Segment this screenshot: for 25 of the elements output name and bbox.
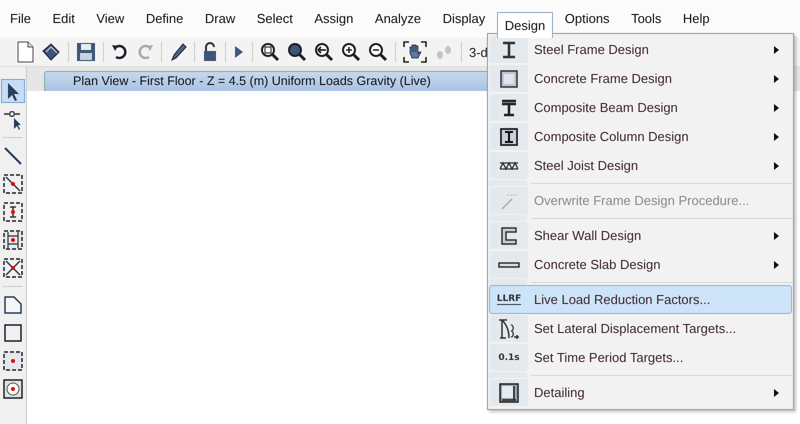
menu-item[interactable]: Select bbox=[246, 6, 303, 32]
menu-option[interactable]: LLRF Live Load Reduction Factors... bbox=[489, 285, 792, 314]
menu-item[interactable]: Options bbox=[554, 6, 620, 32]
menu-option[interactable]: Composite Column Design bbox=[489, 122, 792, 151]
menu-option[interactable]: 0.1s Set Time Period Targets... bbox=[489, 343, 792, 372]
menu-item[interactable]: Define bbox=[136, 6, 194, 32]
menu-option[interactable]: Composite Beam Design bbox=[489, 93, 792, 122]
menu-item[interactable]: Draw bbox=[194, 6, 246, 32]
menu-option[interactable]: Steel Joist Design bbox=[489, 151, 792, 180]
menu-item[interactable]: Tools bbox=[621, 6, 672, 32]
menu-item[interactable]: Help bbox=[672, 6, 720, 32]
menu-option[interactable]: Set Lateral Displacement Targets... bbox=[489, 314, 792, 343]
menu-item[interactable]: File bbox=[0, 6, 41, 32]
menu-item[interactable]: Analyze bbox=[364, 6, 432, 32]
menu-option[interactable]: Steel Frame Design bbox=[489, 35, 792, 64]
menu-option[interactable]: Detailing bbox=[489, 378, 792, 407]
toolbar-label[interactable]: 3-d bbox=[469, 44, 488, 60]
label-icon: 0.1s bbox=[498, 352, 520, 362]
menu-item[interactable]: Design bbox=[496, 12, 554, 38]
menu-item[interactable]: Assign bbox=[304, 6, 364, 32]
menu-option[interactable]: Concrete Slab Design bbox=[489, 250, 792, 279]
menu-item[interactable]: Edit bbox=[42, 6, 85, 32]
menu-option[interactable]: Shear Wall Design bbox=[489, 221, 792, 250]
menu-item[interactable]: Display bbox=[432, 6, 496, 32]
menu-item[interactable]: View bbox=[86, 6, 134, 32]
